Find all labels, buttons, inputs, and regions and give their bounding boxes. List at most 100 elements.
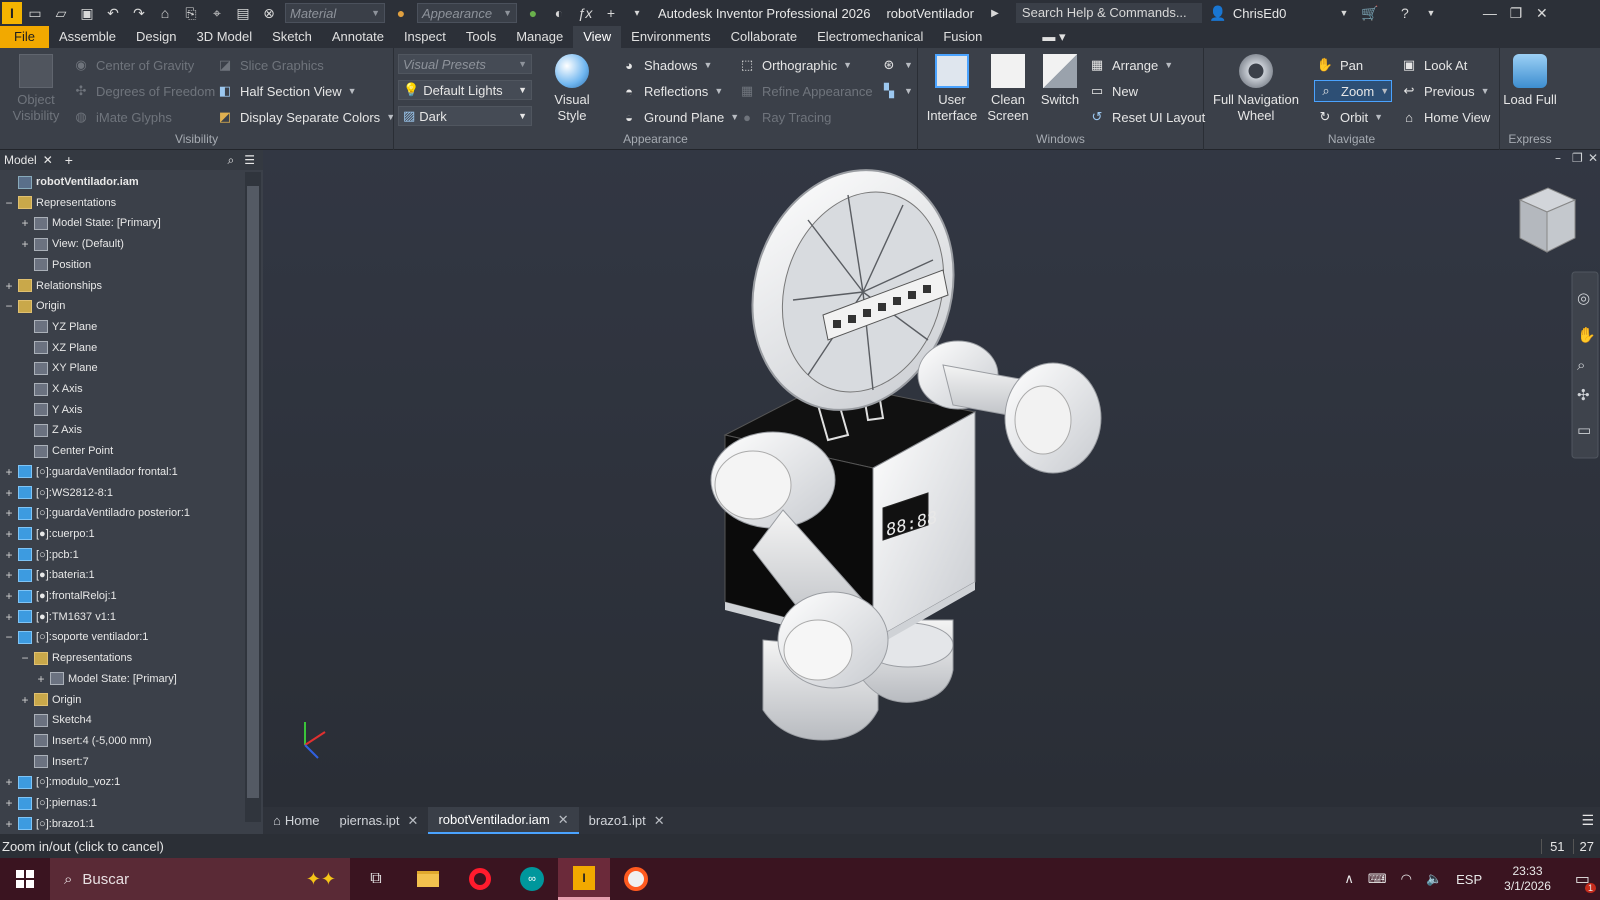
half-section-view-button[interactable]: ◧ Half Section View ▼ — [216, 82, 357, 100]
restore-icon[interactable]: ❐ — [1506, 3, 1526, 23]
ribbon-options-icon[interactable]: ▬ ▾ — [1032, 26, 1075, 48]
tree-item[interactable]: − Representations — [4, 193, 116, 213]
update-icon[interactable]: ⎘ — [181, 3, 201, 23]
taskbar-search[interactable]: ⌕ Buscar ✦✦ — [50, 858, 350, 900]
save-icon[interactable]: ▣ — [77, 3, 97, 23]
tree-item[interactable]: + [○]:piernas:1 — [4, 793, 97, 813]
texture-toggle-button[interactable]: ⊛ ▼ — [880, 56, 913, 74]
imate-glyphs-button[interactable]: ◍ iMate Glyphs — [72, 108, 172, 126]
pan-button[interactable]: ✋ Pan — [1316, 56, 1363, 74]
pan-hand-icon[interactable]: ✋ — [1577, 326, 1596, 344]
tree-item[interactable]: + Model State: [Primary] — [36, 669, 176, 689]
browser-scrollbar[interactable] — [245, 172, 261, 822]
close-icon[interactable]: ✕ — [1588, 151, 1598, 165]
tree-item[interactable]: − Origin — [4, 296, 65, 316]
expand-icon[interactable]: + — [4, 796, 14, 810]
tree-item[interactable]: + View: (Default) — [20, 234, 123, 254]
expand-icon[interactable]: + — [20, 237, 30, 251]
orthographic-button[interactable]: ⬚ Orthographic ▼ — [738, 56, 852, 74]
tree-item[interactable]: − [○]:soporte ventilador:1 — [4, 627, 148, 647]
clear-appearance-icon[interactable]: ◐ — [549, 3, 569, 23]
browser-scroll-thumb[interactable] — [247, 186, 259, 798]
notifications-icon[interactable]: ▭ 1 — [1575, 869, 1596, 893]
tab-manage[interactable]: Manage — [506, 26, 573, 48]
tree-item[interactable]: + [●]:cuerpo:1 — [4, 524, 94, 544]
refine-appearance-button[interactable]: ▦ Refine Appearance — [738, 82, 873, 100]
tab-home[interactable]: ⌂ Home — [263, 807, 330, 834]
tree-item[interactable]: Y Axis — [20, 400, 82, 420]
user-interface-button[interactable]: User Interface — [924, 54, 980, 124]
tab-menu-icon[interactable]: ☰ — [1581, 812, 1594, 829]
tree-item[interactable]: + [●]:frontalReloj:1 — [4, 586, 116, 606]
function-icon[interactable]: ƒx — [575, 3, 595, 23]
full-navigation-wheel-button[interactable]: Full Navigation Wheel — [1212, 54, 1300, 124]
expand-icon[interactable]: + — [36, 672, 46, 686]
look-at-button[interactable]: ▣ Look At — [1400, 56, 1468, 74]
tab-tools[interactable]: Tools — [456, 26, 506, 48]
help-icon[interactable]: ? — [1395, 3, 1415, 23]
minimize-icon[interactable]: — — [1480, 3, 1500, 23]
expand-icon[interactable]: + — [4, 548, 14, 562]
zoom-button[interactable]: ⌕ Zoom ▼ — [1314, 80, 1393, 102]
user-name[interactable]: ChrisEd0 — [1233, 6, 1323, 21]
collapse-icon[interactable]: − — [20, 651, 30, 665]
expand-icon[interactable]: + — [20, 216, 30, 230]
tab-3d-model[interactable]: 3D Model — [187, 26, 263, 48]
customize-icon[interactable]: ▾ — [627, 3, 647, 23]
environment-combo[interactable]: ▨ Dark ▼ — [398, 106, 532, 126]
visual-presets-combo[interactable]: Visual Presets ▼ — [398, 54, 532, 74]
tree-item[interactable]: + Model State: [Primary] — [20, 213, 160, 233]
tree-item[interactable]: + [○]:WS2812-8:1 — [4, 483, 112, 503]
tray-expand-icon[interactable]: ∧ — [1344, 871, 1354, 887]
expand-icon[interactable]: + — [4, 775, 14, 789]
cart-icon[interactable]: 🛒 — [1360, 3, 1380, 23]
tree-item[interactable]: + Relationships — [4, 276, 102, 296]
search-icon[interactable]: ⌕ — [228, 153, 235, 168]
tree-item[interactable]: + [○]:brazo1:1 — [4, 814, 94, 834]
tab-collaborate[interactable]: Collaborate — [721, 26, 808, 48]
language-indicator[interactable]: ESP — [1456, 872, 1482, 887]
object-visibility-button[interactable]: Object Visibility — [10, 54, 62, 124]
home-view-button[interactable]: ⌂ Home View — [1400, 108, 1490, 126]
expand-icon[interactable]: + — [4, 527, 14, 541]
close-icon[interactable]: ✕ — [1532, 3, 1552, 23]
close-icon[interactable]: ✕ — [654, 813, 665, 829]
home-icon[interactable]: ⌂ — [155, 3, 175, 23]
tree-item[interactable]: + Origin — [20, 690, 81, 710]
tree-item[interactable]: XZ Plane — [20, 338, 97, 358]
tree-item[interactable]: + [○]:pcb:1 — [4, 545, 78, 565]
expand-icon[interactable]: + — [4, 506, 14, 520]
tab-assemble[interactable]: Assemble — [49, 26, 126, 48]
previous-view-button[interactable]: ↩ Previous ▼ — [1400, 82, 1490, 100]
collapse-icon[interactable]: − — [4, 196, 14, 210]
clean-screen-button[interactable]: Clean Screen — [980, 54, 1036, 124]
shadows-button[interactable]: ◕ Shadows ▼ — [620, 56, 712, 74]
task-view-icon[interactable]: ⧉ — [350, 858, 402, 900]
keyboard-icon[interactable]: ⌨ — [1368, 871, 1387, 887]
undo-icon[interactable]: ↶ — [103, 3, 123, 23]
expand-icon[interactable]: + — [4, 610, 14, 624]
tab-environments[interactable]: Environments — [621, 26, 720, 48]
ground-plane-button[interactable]: ◒ Ground Plane ▼ — [620, 108, 739, 126]
inventor-taskbar-icon[interactable]: I — [558, 858, 610, 900]
graphics-viewport[interactable]: 88:88 – ❐ ✕ ◎ ✋ ⌕ ✣ ▭ — [263, 150, 1600, 807]
clock[interactable]: 23:33 3/1/2026 — [1504, 864, 1551, 894]
plus-icon[interactable]: + — [601, 3, 621, 23]
view-cube[interactable] — [1518, 187, 1577, 253]
start-windows-icon[interactable] — [0, 858, 50, 900]
expand-icon[interactable]: + — [4, 465, 14, 479]
file-explorer-icon[interactable] — [402, 858, 454, 900]
cancel-icon[interactable]: ⊗ — [259, 3, 279, 23]
inventor-logo[interactable]: I — [2, 2, 22, 24]
tree-item[interactable]: Z Axis — [20, 420, 82, 440]
tab-sketch[interactable]: Sketch — [262, 26, 322, 48]
close-icon[interactable]: ✕ — [43, 153, 53, 167]
new-window-button[interactable]: ▭ New — [1088, 82, 1138, 100]
minimize-icon[interactable]: – — [1555, 151, 1561, 165]
appearance-combo[interactable]: Appearance ▼ — [417, 3, 517, 23]
select-icon[interactable]: ⌖ — [207, 3, 227, 23]
tab-view[interactable]: View — [573, 26, 622, 48]
orbit-icon[interactable]: ✣ — [1577, 387, 1590, 404]
search-help-input[interactable]: Search Help & Commands... — [1015, 3, 1202, 23]
tree-item[interactable]: + [○]:modulo_voz:1 — [4, 772, 120, 792]
